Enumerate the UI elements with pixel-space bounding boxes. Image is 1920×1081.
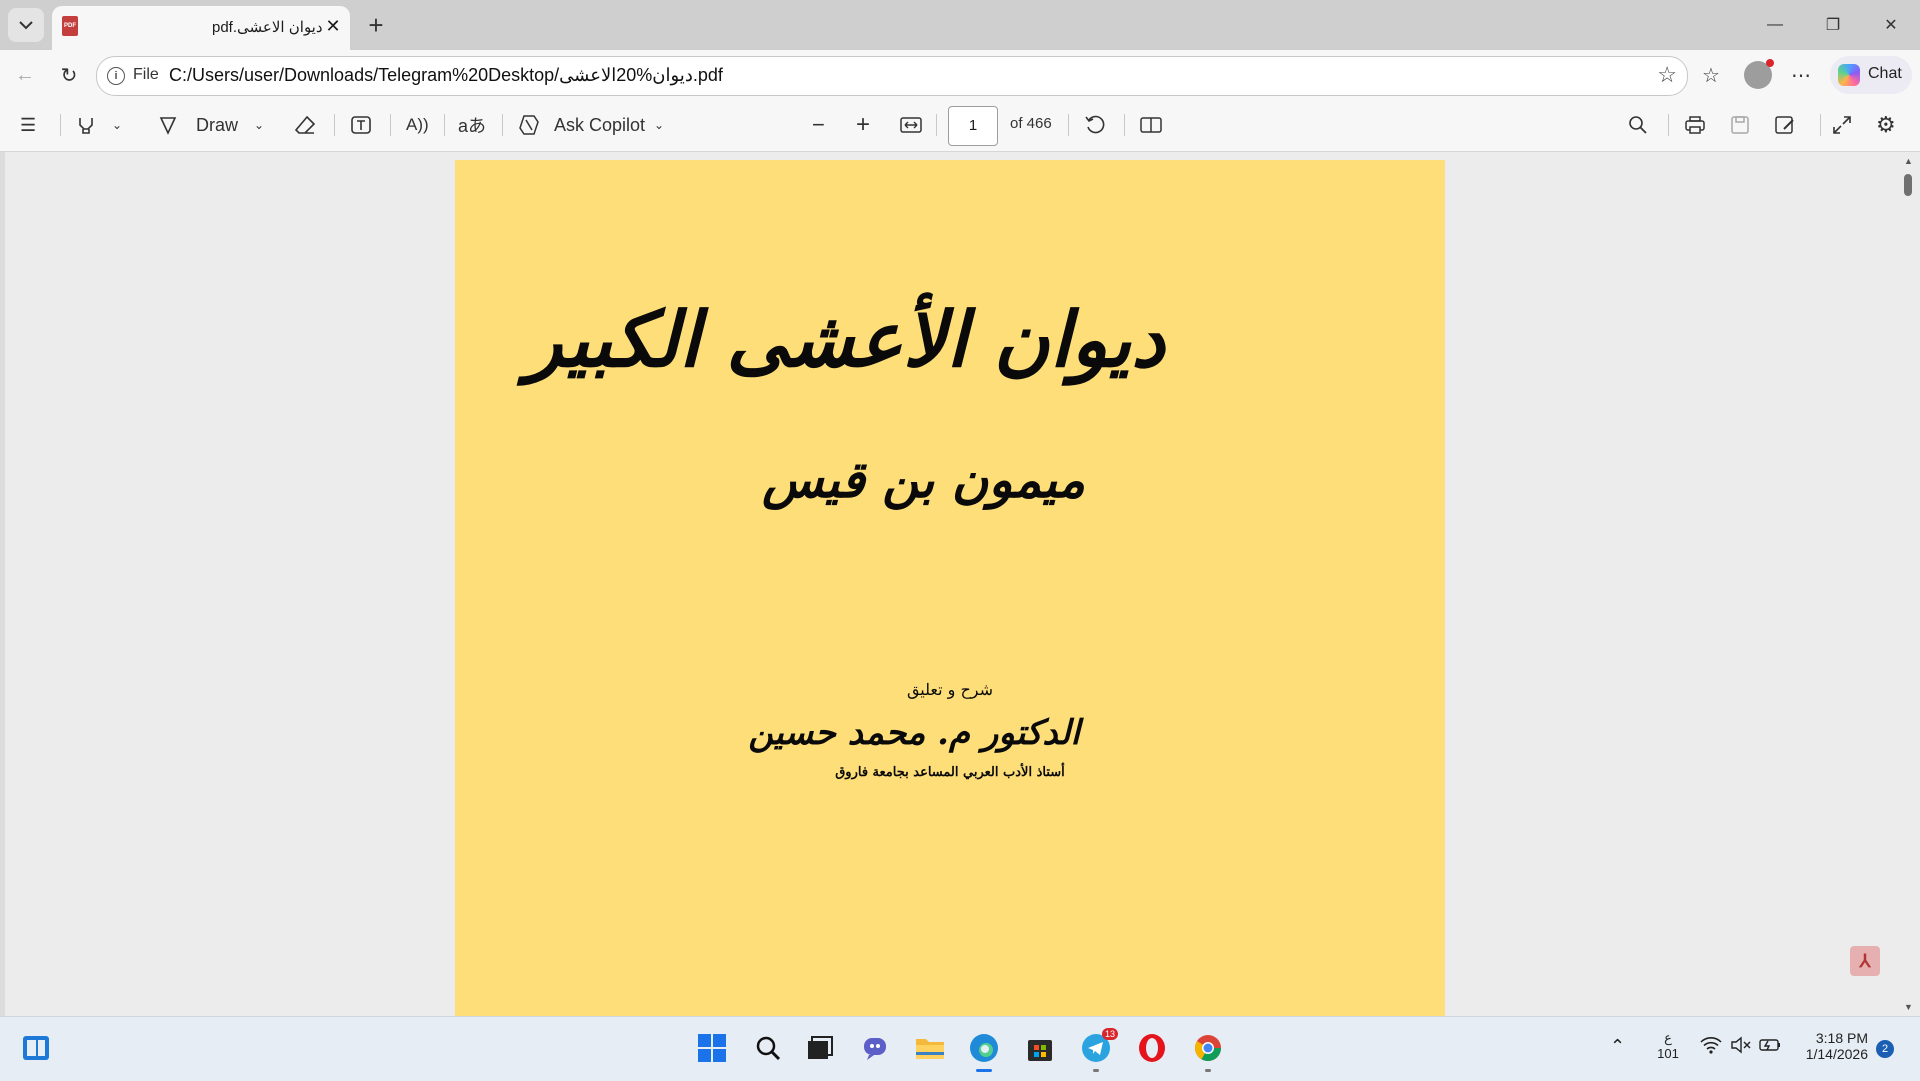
taskbar [0, 1016, 1920, 1081]
print-icon[interactable] [1684, 99, 1706, 151]
browser-tab[interactable]: PDF pdf.ديوان الاعشى ✕ [52, 6, 350, 50]
teams-icon[interactable] [858, 1030, 894, 1066]
windows-start-icon[interactable] [694, 1030, 730, 1066]
star-icon[interactable]: ☆ [1657, 62, 1677, 88]
chat-label: Chat [1868, 65, 1902, 82]
separator [334, 114, 335, 136]
draw-dropdown-icon[interactable]: ⌄ [254, 99, 264, 151]
pdf-file-icon: PDF [62, 16, 78, 36]
draw-icon[interactable] [158, 99, 178, 151]
language-bottom: 101 [1657, 1046, 1679, 1061]
scroll-up-icon[interactable]: ▲ [1904, 156, 1913, 166]
language-indicator[interactable]: ع 101 [1656, 1030, 1680, 1061]
eraser-icon[interactable] [294, 99, 316, 151]
profile-avatar[interactable] [1744, 59, 1774, 89]
mute-icon[interactable] [1730, 1036, 1752, 1057]
pdf-page: ديوان الأعشى الكبير ميمون بن قيس شرح و ت… [455, 160, 1445, 1016]
show-hidden-icons-chevron[interactable]: ⌃ [1610, 1036, 1625, 1057]
store-icon[interactable] [1022, 1030, 1058, 1066]
ask-copilot-button[interactable]: Ask Copilot [554, 99, 645, 151]
search-icon[interactable] [750, 1030, 786, 1066]
separator [390, 114, 391, 136]
active-indicator [976, 1069, 992, 1072]
scroll-thumb[interactable] [1904, 174, 1912, 196]
fullscreen-icon[interactable] [1832, 99, 1852, 151]
save-as-icon[interactable] [1774, 99, 1796, 151]
author-title: أستاذ الأدب العربي المساعد بجامعة فاروق [835, 765, 1065, 780]
scrollbar[interactable]: ▲ ▼ [1898, 152, 1920, 1016]
scroll-down-icon[interactable]: ▼ [1904, 1002, 1913, 1012]
zoom-in-icon[interactable]: + [856, 99, 870, 151]
separator [1820, 114, 1821, 136]
rotate-icon[interactable] [1084, 99, 1106, 151]
contents-icon[interactable]: ☰ [20, 99, 36, 151]
highlight-icon[interactable] [76, 99, 96, 151]
address-input[interactable]: i File C:/Users/user/Downloads/Telegram%… [96, 56, 1688, 96]
chrome-icon[interactable] [1190, 1030, 1226, 1072]
file-explorer-icon[interactable] [912, 1030, 948, 1066]
fit-page-icon[interactable] [900, 99, 922, 151]
refresh-icon[interactable]: ↻ [52, 58, 86, 92]
battery-icon[interactable] [1758, 1036, 1782, 1057]
close-window-button[interactable]: ✕ [1862, 0, 1920, 50]
author-name: الدكتور م. محمد حسين [748, 713, 1080, 753]
separator [936, 114, 937, 136]
task-view-icon[interactable] [802, 1030, 838, 1066]
maximize-button[interactable]: ❐ [1804, 0, 1862, 50]
back-arrow-icon[interactable]: ← [8, 58, 42, 92]
edge-icon[interactable] [966, 1030, 1002, 1072]
page-number-input[interactable]: 1 [948, 106, 998, 146]
tab-list-button[interactable] [8, 8, 44, 42]
clock-time: 3:18 PM [1815, 1030, 1868, 1046]
widgets-icon[interactable] [18, 1030, 54, 1066]
separator [1124, 114, 1125, 136]
separator [1068, 114, 1069, 136]
separator [502, 114, 503, 136]
new-tab-button[interactable]: + [360, 10, 392, 42]
scheme-label: File [133, 66, 159, 83]
separator [1668, 114, 1669, 136]
tab-close-button[interactable]: ✕ [322, 15, 344, 37]
info-icon[interactable]: i [107, 67, 125, 85]
separator [444, 114, 445, 136]
zoom-out-icon[interactable]: − [812, 99, 825, 151]
notification-badge[interactable]: 2 [1876, 1040, 1894, 1058]
notification-dot [1766, 59, 1774, 67]
ask-copilot-icon[interactable] [518, 99, 540, 151]
wifi-icon[interactable] [1700, 1036, 1722, 1059]
clock-date: 1/14/2026 [1805, 1046, 1868, 1062]
running-indicator [1093, 1069, 1099, 1072]
favorites-icon[interactable]: ☆ [1694, 58, 1728, 92]
url-text[interactable]: C:/Users/user/Downloads/Telegram%20Deskt… [169, 65, 723, 86]
language-top: ع [1664, 1030, 1672, 1045]
highlight-dropdown-icon[interactable]: ⌄ [112, 99, 122, 151]
read-aloud-icon[interactable]: A)) [406, 99, 429, 151]
more-icon[interactable]: ⋯ [1784, 58, 1818, 92]
chevron-down-icon [19, 21, 33, 30]
page-view-icon[interactable] [1140, 99, 1162, 151]
acrobat-icon[interactable]: ⅄ [1850, 946, 1880, 976]
copilot-icon [1838, 64, 1860, 86]
copilot-chat-button[interactable]: Chat [1830, 56, 1912, 94]
draw-button[interactable]: Draw [196, 99, 238, 151]
opera-icon[interactable] [1134, 1030, 1170, 1066]
commentary-label: شرح و تعليق [906, 680, 994, 699]
save-icon[interactable] [1730, 99, 1750, 151]
document-title: ديوان الأعشى الكبير [525, 295, 1165, 384]
settings-icon[interactable]: ⚙ [1876, 99, 1896, 151]
minimize-button[interactable]: — [1746, 0, 1804, 50]
document-subtitle: ميمون بن قيس [762, 450, 1085, 509]
copilot-dropdown-icon[interactable]: ⌄ [654, 99, 664, 151]
text-box-icon[interactable] [350, 99, 372, 151]
telegram-badge: 13 [1101, 1028, 1118, 1040]
separator [60, 114, 61, 136]
running-indicator [1205, 1069, 1211, 1072]
telegram-icon[interactable]: 13 [1078, 1028, 1118, 1072]
translate-icon[interactable]: aあ [458, 99, 486, 151]
tab-title: pdf.ديوان الاعشى [212, 19, 323, 36]
search-icon[interactable] [1628, 99, 1648, 151]
clock[interactable]: 3:18 PM 1/14/2026 [1792, 1030, 1868, 1062]
page-total-label: of 466 [1010, 115, 1052, 132]
